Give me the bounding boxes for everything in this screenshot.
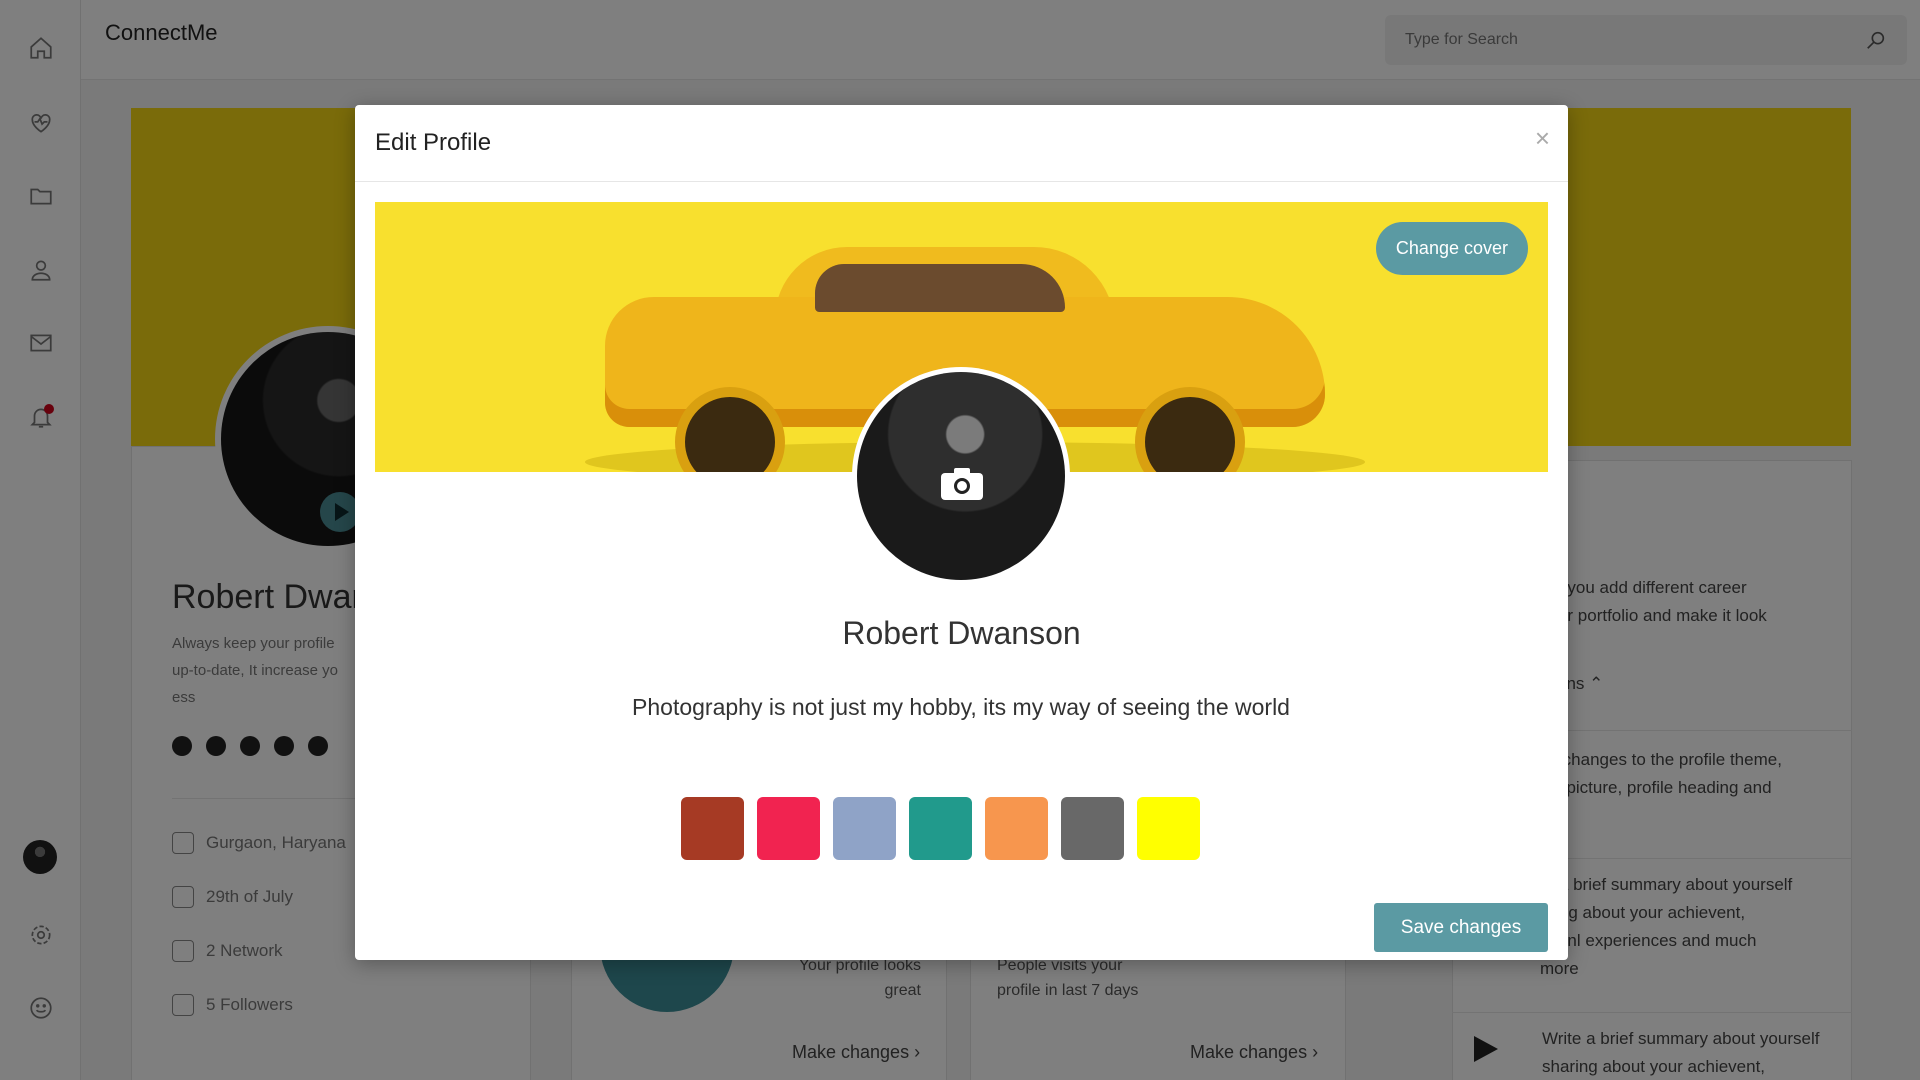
modal-title: Edit Profile (375, 129, 492, 156)
modal-header: Edit Profile × (355, 105, 1568, 182)
color-swatch-teal[interactable] (909, 797, 972, 860)
edit-profile-modal: Edit Profile × Change cover Robert Dwans… (355, 105, 1568, 960)
close-icon[interactable]: × (1535, 123, 1550, 154)
save-changes-button[interactable]: Save changes (1374, 903, 1548, 952)
change-cover-button[interactable]: Change cover (1375, 222, 1528, 275)
car-window (815, 264, 1065, 312)
theme-color-swatches (681, 797, 1200, 860)
profile-name: Robert Dwanson (842, 615, 1081, 651)
camera-icon[interactable] (939, 466, 985, 502)
color-swatch-gray[interactable] (1061, 797, 1124, 860)
color-swatch-crimson[interactable] (757, 797, 820, 860)
color-swatch-brick[interactable] (681, 797, 744, 860)
bio-input[interactable] (601, 683, 1321, 731)
color-swatch-orange[interactable] (985, 797, 1048, 860)
color-swatch-steel-blue[interactable] (833, 797, 896, 860)
color-swatch-yellow[interactable] (1137, 797, 1200, 860)
profile-picture[interactable] (852, 367, 1070, 585)
